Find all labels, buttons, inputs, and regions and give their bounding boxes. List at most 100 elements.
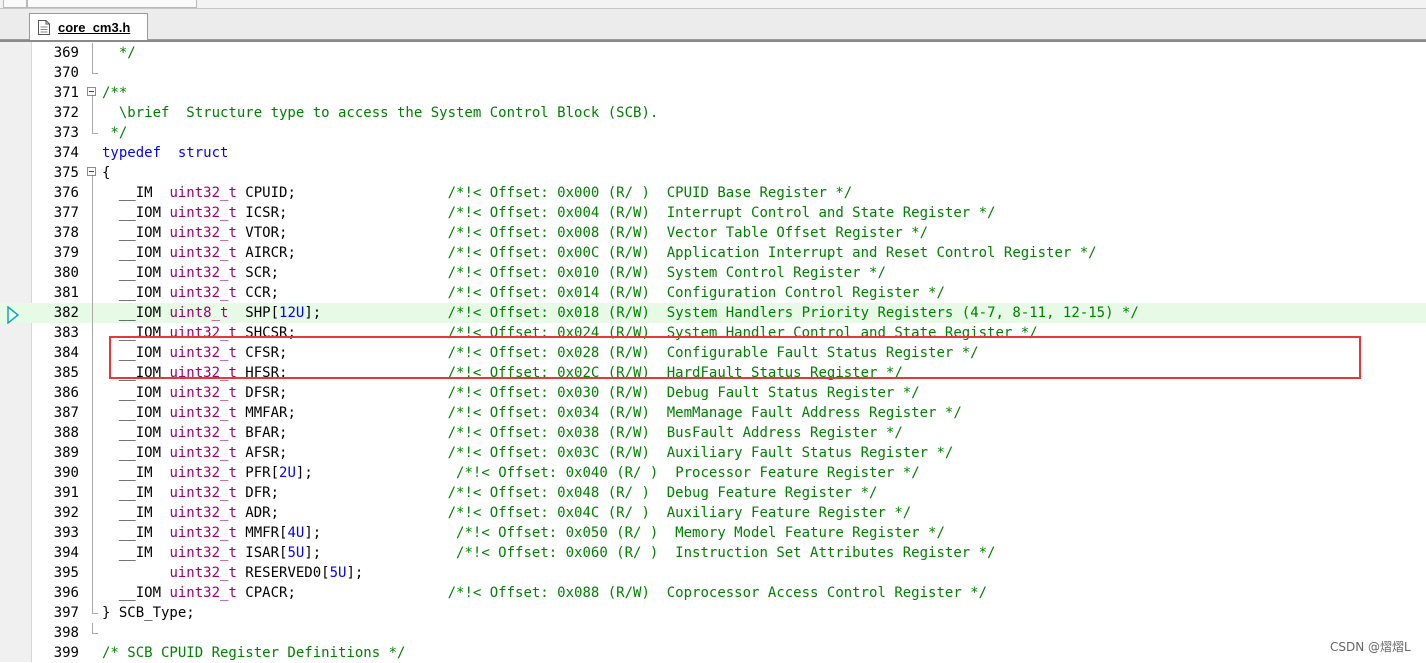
code-text: __IOM uint32_t BFAR; /*!< Offset: 0x038 … [102, 423, 903, 443]
line-number: 392 [53, 505, 79, 521]
code-token: __IM [102, 505, 170, 521]
code-line[interactable]: 395 uint32_t RESERVED0[5U]; [0, 563, 1426, 583]
code-token: __IM [102, 185, 170, 201]
code-line[interactable]: 379 __IOM uint32_t AIRCR; /*!< Offset: 0… [0, 243, 1426, 263]
code-line[interactable]: 369 */ [0, 43, 1426, 63]
code-line[interactable]: 371 /** [0, 83, 1426, 103]
code-line[interactable]: 385 __IOM uint32_t HFSR; /*!< Offset: 0x… [0, 363, 1426, 383]
code-line[interactable]: 378 __IOM uint32_t VTOR; /*!< Offset: 0x… [0, 223, 1426, 243]
code-line[interactable]: 392 __IM uint32_t ADR; /*!< Offset: 0x04… [0, 503, 1426, 523]
number-token: 12U [279, 305, 305, 321]
type-token: uint32_t [169, 285, 237, 301]
code-line[interactable]: 389 __IOM uint32_t AFSR; /*!< Offset: 0x… [0, 443, 1426, 463]
comment-token: */ [102, 45, 136, 61]
code-text: __IOM uint32_t MMFAR; /*!< Offset: 0x034… [102, 403, 962, 423]
code-token: HFSR; [236, 365, 448, 381]
code-text: uint32_t RESERVED0[5U]; [102, 563, 363, 583]
line-number: 377 [53, 205, 79, 221]
fold-guide [86, 203, 100, 223]
code-editor[interactable]: 369 */ 370 371 /** 372 \brief Structure type… [0, 40, 1426, 662]
fold-toggle-icon[interactable] [86, 83, 100, 103]
code-token: ICSR; [236, 205, 448, 221]
fold-guide [86, 243, 100, 263]
fold-guide [86, 103, 100, 123]
line-number: 394 [53, 545, 79, 561]
comment-token: /*!< Offset: 0x010 (R/W) System Control … [447, 265, 886, 281]
code-text: __IOM uint32_t AIRCR; /*!< Offset: 0x00C… [102, 243, 1097, 263]
code-line[interactable]: 386 __IOM uint32_t DFSR; /*!< Offset: 0x… [0, 383, 1426, 403]
code-text: __IOM uint32_t DFSR; /*!< Offset: 0x030 … [102, 383, 920, 403]
code-token: __IOM [102, 585, 170, 601]
code-line[interactable]: 391 __IM uint32_t DFR; /*!< Offset: 0x04… [0, 483, 1426, 503]
code-token: __IOM [102, 205, 170, 221]
code-token: __IM [102, 545, 170, 561]
code-line[interactable]: 381 __IOM uint32_t CCR; /*!< Offset: 0x0… [0, 283, 1426, 303]
code-line[interactable]: 380 __IOM uint32_t SCR; /*!< Offset: 0x0… [0, 263, 1426, 283]
code-line[interactable]: 373 */ [0, 123, 1426, 143]
code-text: __IM uint32_t DFR; /*!< Offset: 0x048 (R… [102, 483, 878, 503]
code-text: __IOM uint32_t SCR; /*!< Offset: 0x010 (… [102, 263, 886, 283]
code-text: __IM uint32_t ADR; /*!< Offset: 0x04C (R… [102, 503, 911, 523]
code-line[interactable]: 396 __IOM uint32_t CPACR; /*!< Offset: 0… [0, 583, 1426, 603]
fold-toggle-icon[interactable] [86, 163, 100, 183]
code-line[interactable]: 398 [0, 623, 1426, 643]
fold-guide [86, 363, 100, 383]
code-line[interactable]: 376 __IM uint32_t CPUID; /*!< Offset: 0x… [0, 183, 1426, 203]
code-token: BFAR; [236, 425, 448, 441]
fold-guide [86, 423, 100, 443]
keyword-token: struct [177, 145, 229, 161]
code-token: AFSR; [236, 445, 448, 461]
code-line[interactable]: 370 [0, 63, 1426, 83]
fold-end-guide [86, 623, 100, 643]
code-line[interactable]: 393 __IM uint32_t MMFR[4U]; /*!< Offset:… [0, 523, 1426, 543]
type-token: uint8_t [169, 305, 229, 321]
code-text: __IOM uint32_t HFSR; /*!< Offset: 0x02C … [102, 363, 903, 383]
keyword-token: typedef [102, 145, 162, 161]
code-token: ]; [346, 565, 364, 581]
code-line[interactable]: 374 typedef struct [0, 143, 1426, 163]
number-token: 5U [287, 545, 305, 561]
type-token: uint32_t [169, 185, 237, 201]
code-line[interactable]: 399 /* SCB CPUID Register Definitions */ [0, 643, 1426, 663]
comment-token: /*!< Offset: 0x008 (R/W) Vector Table Of… [447, 225, 929, 241]
line-number: 387 [53, 405, 79, 421]
line-number: 386 [53, 385, 79, 401]
code-line[interactable]: 388 __IOM uint32_t BFAR; /*!< Offset: 0x… [0, 423, 1426, 443]
comment-token: /*!< Offset: 0x050 (R/ ) Memory Model Fe… [456, 525, 945, 541]
code-token: CPUID; [236, 185, 448, 201]
fold-guide [86, 543, 100, 563]
code-line[interactable]: 384 __IOM uint32_t CFSR; /*!< Offset: 0x… [0, 343, 1426, 363]
code-token: __IOM [102, 385, 170, 401]
code-line[interactable]: 387 __IOM uint32_t MMFAR; /*!< Offset: 0… [0, 403, 1426, 423]
type-token: uint32_t [169, 325, 237, 341]
code-text: __IOM uint32_t VTOR; /*!< Offset: 0x008 … [102, 223, 928, 243]
number-token: 5U [329, 565, 347, 581]
code-line[interactable]: 383 __IOM uint32_t SHCSR; /*!< Offset: 0… [0, 323, 1426, 343]
code-line[interactable]: 390 __IM uint32_t PFR[2U]; /*!< Offset: … [0, 463, 1426, 483]
line-number: 395 [53, 565, 79, 581]
code-line[interactable]: 372 \brief Structure type to access the … [0, 103, 1426, 123]
file-tab-bar: core_cm3.h [0, 9, 1426, 41]
code-token: CPACR; [236, 585, 448, 601]
code-token: ]; [304, 545, 457, 561]
line-number: 383 [53, 325, 79, 341]
code-line[interactable]: 394 __IM uint32_t ISAR[5U]; /*!< Offset:… [0, 543, 1426, 563]
fold-guide [86, 463, 100, 483]
code-token: __IOM [102, 425, 170, 441]
fold-guide [86, 443, 100, 463]
comment-token: /*!< Offset: 0x034 (R/W) MemManage Fault… [447, 405, 962, 421]
code-text: __IOM uint32_t AFSR; /*!< Offset: 0x03C … [102, 443, 953, 463]
code-text: \brief Structure type to access the Syst… [102, 103, 658, 123]
code-line[interactable]: 397} SCB_Type; [0, 603, 1426, 623]
type-token: uint32_t [169, 445, 237, 461]
tab-core-cm3-h[interactable]: core_cm3.h [29, 13, 148, 41]
watermark: CSDN @熠熠L [1330, 640, 1411, 654]
type-token: uint32_t [169, 345, 237, 361]
comment-token: /*!< Offset: 0x088 (R/W) Coprocessor Acc… [447, 585, 988, 601]
comment-token: /*!< Offset: 0x000 (R/ ) CPUID Base Regi… [447, 185, 853, 201]
line-number: 389 [53, 445, 79, 461]
line-number: 373 [53, 125, 79, 141]
code-line[interactable]: 377 __IOM uint32_t ICSR; /*!< Offset: 0x… [0, 203, 1426, 223]
code-line[interactable]: 375 { [0, 163, 1426, 183]
code-line[interactable]: 382 __IOM uint8_t SHP[12U]; /*!< Offset:… [0, 303, 1426, 323]
